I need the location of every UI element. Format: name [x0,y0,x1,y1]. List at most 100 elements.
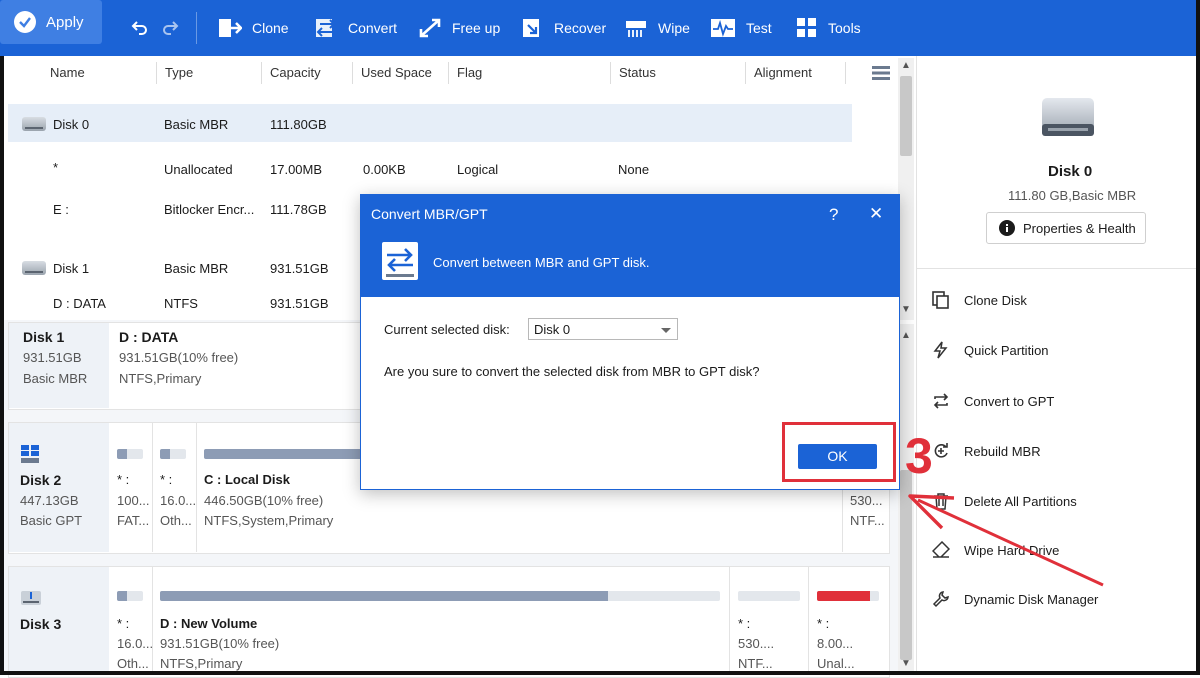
row-flag: Logical [457,162,499,177]
row-type: Basic MBR [164,117,229,132]
windows-disk-icon [21,445,39,463]
row-capacity: 111.78GB [270,202,327,217]
op-convert-to-gpt[interactable]: Convert to GPT [932,389,1054,413]
info-icon [999,220,1015,236]
partition-fs: Oth... [117,656,149,671]
main-toolbar: Apply Clone Convert Free up Recover Wipe… [0,0,1200,56]
tools-button[interactable]: Tools [796,0,861,56]
col-alignment[interactable]: Alignment [754,58,812,88]
partition-size: 8.00... [817,636,854,651]
convert-icon [316,19,336,37]
help-icon[interactable]: ? [829,205,838,225]
col-name[interactable]: Name [50,58,85,88]
redo-button[interactable] [160,0,190,56]
partition-name[interactable]: D : New Volume [160,616,257,631]
selected-disk-info: 111.80 GB,Basic MBR [1008,188,1137,203]
partition-size: 16.0... [117,636,154,651]
partition-name[interactable]: * : [738,616,750,631]
row-type: Bitlocker Encr... [164,202,255,217]
clone-label: Clone [252,20,289,36]
dialog-title: Convert MBR/GPT [371,206,488,222]
convert-label: Convert [348,20,398,36]
row-capacity: 931.51GB [270,261,329,276]
partition-size: 530... [850,493,883,508]
partition-size: 530.... [738,636,775,651]
partition-name[interactable]: * : [817,616,829,631]
col-type[interactable]: Type [165,58,193,88]
row-type: NTFS [164,296,198,311]
partition-fs: NTFS,Primary [160,656,243,671]
row-type: Basic MBR [164,261,229,276]
unallocated-bar [817,591,879,601]
partition-name[interactable]: * : [117,616,129,631]
tools-label: Tools [828,20,861,36]
undo-icon [131,21,147,35]
row-status: None [618,162,650,177]
col-capacity[interactable]: Capacity [270,58,321,88]
apply-button[interactable]: Apply [0,0,102,44]
row-name: Disk 1 [53,261,90,276]
dialog-header: Convert MBR/GPT ? ✕ Convert between MBR … [361,195,899,297]
partition-usage-bar [160,591,720,601]
redo-icon [163,21,179,35]
row-name: Disk 0 [53,117,90,132]
partition-fs: NTFS,System,Primary [204,513,334,528]
close-icon[interactable]: ✕ [869,204,883,224]
op-clone-disk[interactable]: Clone Disk [932,288,1027,312]
partition-size: 931.51GB(10% free) [119,350,239,365]
dialog-subtitle: Convert between MBR and GPT disk. [433,255,650,270]
current-disk-label: Current selected disk: [384,322,510,337]
op-label: Dynamic Disk Manager [964,591,1099,607]
row-used: 0.00KB [363,162,406,177]
free-up-button[interactable]: Free up [418,0,500,56]
wipe-button[interactable]: Wipe [624,0,690,56]
op-label: Convert to GPT [964,393,1055,409]
col-status[interactable]: Status [619,58,656,88]
test-label: Test [746,20,772,36]
op-label: Quick Partition [964,342,1049,358]
disk-icon [22,117,46,131]
partition-name[interactable]: C : Local Disk [204,472,290,487]
partition-name[interactable]: D : DATA [119,329,178,345]
undo-button[interactable] [130,0,160,56]
row-name: * [53,160,59,175]
scroll-up-icon[interactable]: ▲ [898,330,914,341]
partition-name[interactable]: * : [117,472,129,487]
grid-icon [797,18,816,37]
op-rebuild-mbr[interactable]: Rebuild MBR [932,439,1041,463]
properties-health-button[interactable]: Properties & Health [986,212,1146,244]
scroll-up-icon[interactable]: ▲ [898,60,914,71]
partition-size: 446.50GB(10% free) [204,493,324,508]
partition-fs: Unal... [817,656,855,671]
scroll-down-icon[interactable]: ▼ [898,658,914,669]
partition-fs: NTF... [738,656,773,671]
col-flag[interactable]: Flag [457,58,482,88]
partition-size: 100... [117,493,150,508]
test-button[interactable]: Test [710,0,772,56]
op-label: Clone Disk [964,292,1027,308]
current-disk-select[interactable]: Disk 0 [528,318,678,340]
wrench-icon [932,591,949,608]
scroll-down-icon[interactable]: ▼ [898,304,914,315]
row-name: E : [53,202,69,217]
partition-name[interactable]: * : [160,472,172,487]
disk2-name: Disk 2 [20,472,62,488]
op-dynamic-disk-manager[interactable]: Dynamic Disk Manager [932,587,1098,611]
pulse-icon [711,19,735,37]
current-disk-value: Disk 0 [534,322,571,337]
convert-button[interactable]: Convert [314,0,397,56]
clone-button[interactable]: Clone [218,0,289,56]
partition-fs: FAT... [117,513,150,528]
op-quick-partition[interactable]: Quick Partition [932,338,1049,362]
col-used-space[interactable]: Used Space [361,58,432,88]
row-capacity: 17.00MB [270,162,323,177]
clone-disk-icon [932,291,949,309]
recover-button[interactable]: Recover [520,0,606,56]
table-scroll-thumb[interactable] [900,76,912,156]
partition-usage-bar [738,591,800,601]
annotation-arrow-icon [908,494,1104,587]
column-settings-icon[interactable] [872,66,890,80]
properties-health-label: Properties & Health [1023,220,1136,236]
selected-row-highlight [8,104,852,142]
wipe-label: Wipe [658,20,690,36]
